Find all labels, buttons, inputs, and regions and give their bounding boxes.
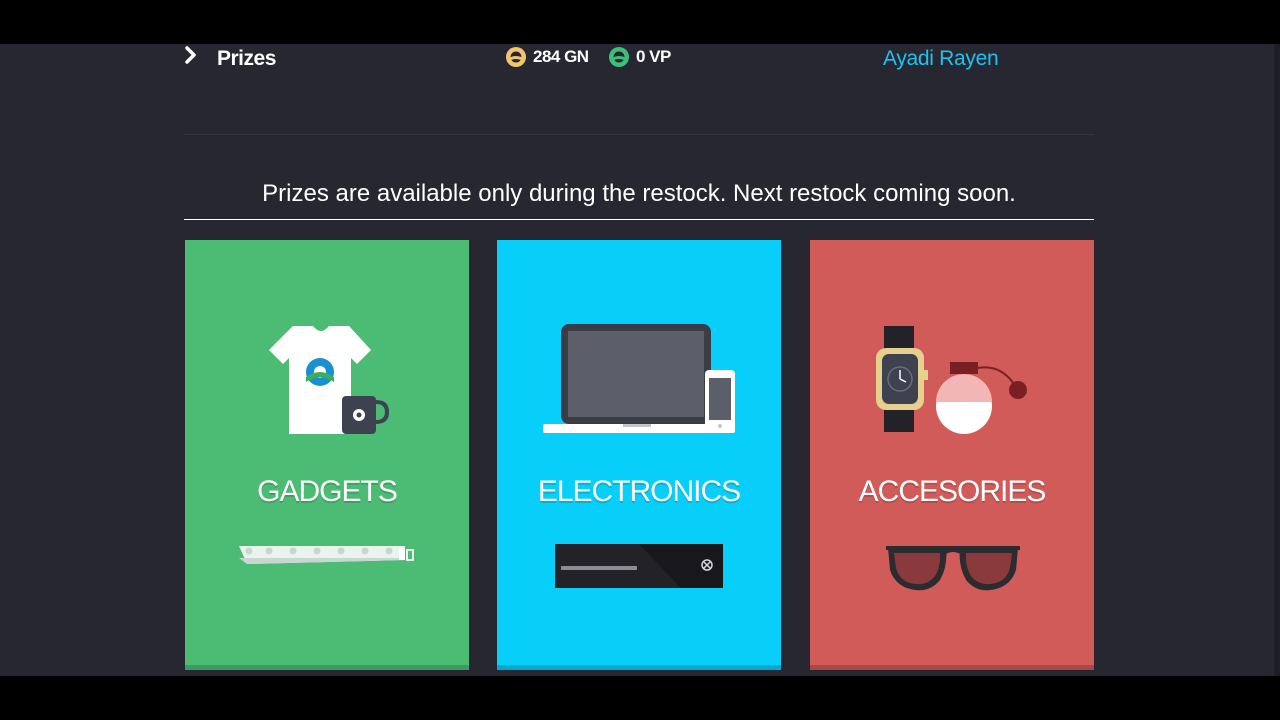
watch-perfume-icon xyxy=(876,326,1027,434)
card-bottom-bar xyxy=(497,665,781,670)
sunglasses-icon xyxy=(886,546,1020,591)
chevron-right-icon[interactable] xyxy=(184,46,198,64)
laptop-phone-icon xyxy=(543,324,735,433)
gn-balance-text: 284 GN xyxy=(533,47,589,66)
header-divider xyxy=(184,134,1094,135)
category-label: ELECTRONICS xyxy=(537,475,741,508)
vp-coin-icon xyxy=(609,47,629,67)
category-card-electronics[interactable]: ELECTRONICS xyxy=(497,240,781,670)
category-card-gadgets[interactable]: GADGETS xyxy=(185,240,469,670)
wristband-icon xyxy=(239,546,414,564)
category-label: ACCESORIES xyxy=(858,475,1047,508)
card-bottom-bar xyxy=(185,665,469,670)
tshirt-mug-icon xyxy=(269,326,389,434)
vp-balance: 0 VP xyxy=(608,46,671,68)
username-link[interactable]: Ayadi Rayen xyxy=(883,47,999,71)
category-card-accesories[interactable]: ACCESORIES xyxy=(810,240,1094,670)
scrollbar[interactable] xyxy=(1274,44,1280,676)
card-bottom-bar xyxy=(810,665,1094,670)
page-title: Prizes xyxy=(217,47,276,70)
game-console-icon xyxy=(555,544,723,588)
category-label: GADGETS xyxy=(257,475,398,508)
restock-notice: Prizes are available only during the res… xyxy=(262,180,1016,207)
notice-divider xyxy=(184,219,1094,220)
gn-balance: 284 GN xyxy=(505,46,589,68)
vp-balance-text: 0 VP xyxy=(636,47,671,66)
gn-coin-icon xyxy=(506,47,526,67)
